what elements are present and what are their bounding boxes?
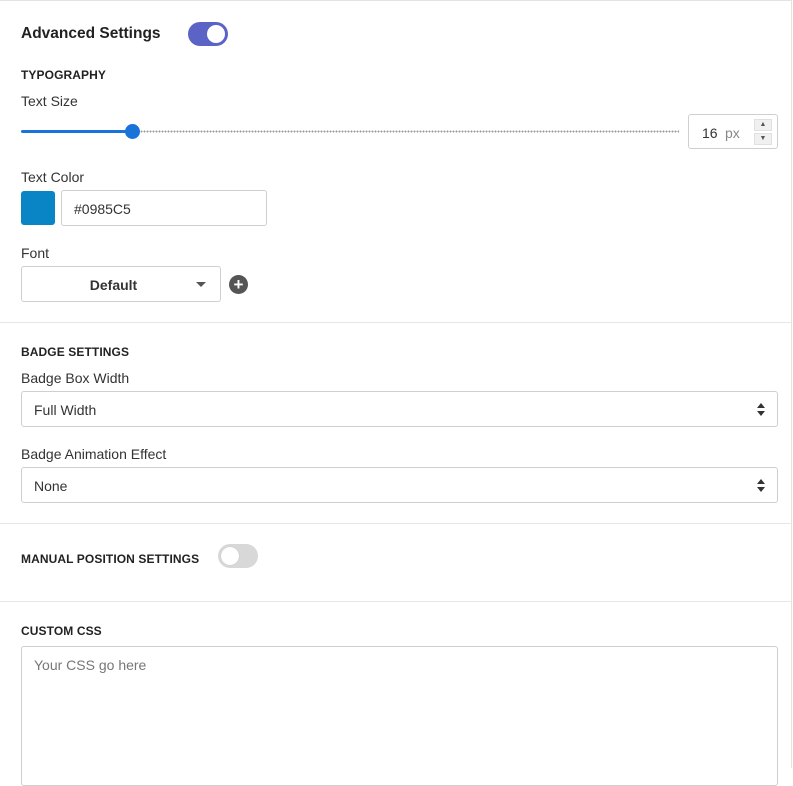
badge-box-width-select[interactable]: Full Width (21, 391, 778, 427)
text-size-unit: px (725, 125, 740, 141)
manual-position-toggle[interactable] (218, 544, 258, 568)
add-font-button[interactable]: + (229, 275, 248, 294)
typography-section-title: TYPOGRAPHY (21, 68, 107, 82)
stepper-down-icon[interactable]: ▼ (754, 133, 772, 145)
badge-section-title: BADGE SETTINGS (21, 345, 130, 359)
text-color-label: Text Color (21, 169, 85, 185)
select-arrows-icon (757, 403, 765, 417)
divider (0, 523, 792, 524)
badge-animation-select[interactable]: None (21, 467, 778, 503)
slider-thumb[interactable] (125, 124, 140, 139)
custom-css-placeholder: Your CSS go here (34, 657, 147, 673)
text-color-value: #0985C5 (74, 201, 131, 217)
text-color-input[interactable]: #0985C5 (61, 190, 267, 226)
text-size-slider[interactable] (21, 124, 679, 139)
custom-css-textarea[interactable]: Your CSS go here (21, 646, 778, 786)
divider (0, 601, 792, 602)
settings-panel: Advanced Settings TYPOGRAPHY Text Size 1… (0, 0, 792, 786)
font-select[interactable]: Default (21, 266, 221, 302)
font-select-value: Default (89, 277, 138, 293)
advanced-settings-toggle[interactable] (188, 22, 228, 46)
text-size-input[interactable]: 16 px ▲ ▼ (688, 114, 778, 149)
page-title: Advanced Settings (21, 25, 161, 42)
slider-track-rest (131, 130, 679, 133)
font-label: Font (21, 245, 50, 261)
badge-animation-value: None (34, 478, 68, 494)
select-arrows-icon (757, 479, 765, 493)
badge-animation-label: Badge Animation Effect (21, 446, 167, 462)
stepper-up-icon[interactable]: ▲ (754, 119, 772, 131)
slider-fill (21, 130, 132, 133)
badge-box-width-label: Badge Box Width (21, 370, 130, 386)
toggle-knob (221, 547, 239, 565)
toggle-knob (207, 25, 225, 43)
badge-box-width-value: Full Width (34, 402, 97, 418)
custom-css-section-title: CUSTOM CSS (21, 624, 102, 638)
manual-position-section-title: MANUAL POSITION SETTINGS (21, 552, 200, 566)
divider (0, 322, 792, 323)
text-color-swatch[interactable] (21, 191, 55, 225)
plus-circle-icon: + (233, 275, 244, 294)
text-size-label: Text Size (21, 93, 78, 109)
text-size-value: 16 (702, 125, 718, 141)
caret-down-icon (196, 282, 206, 287)
